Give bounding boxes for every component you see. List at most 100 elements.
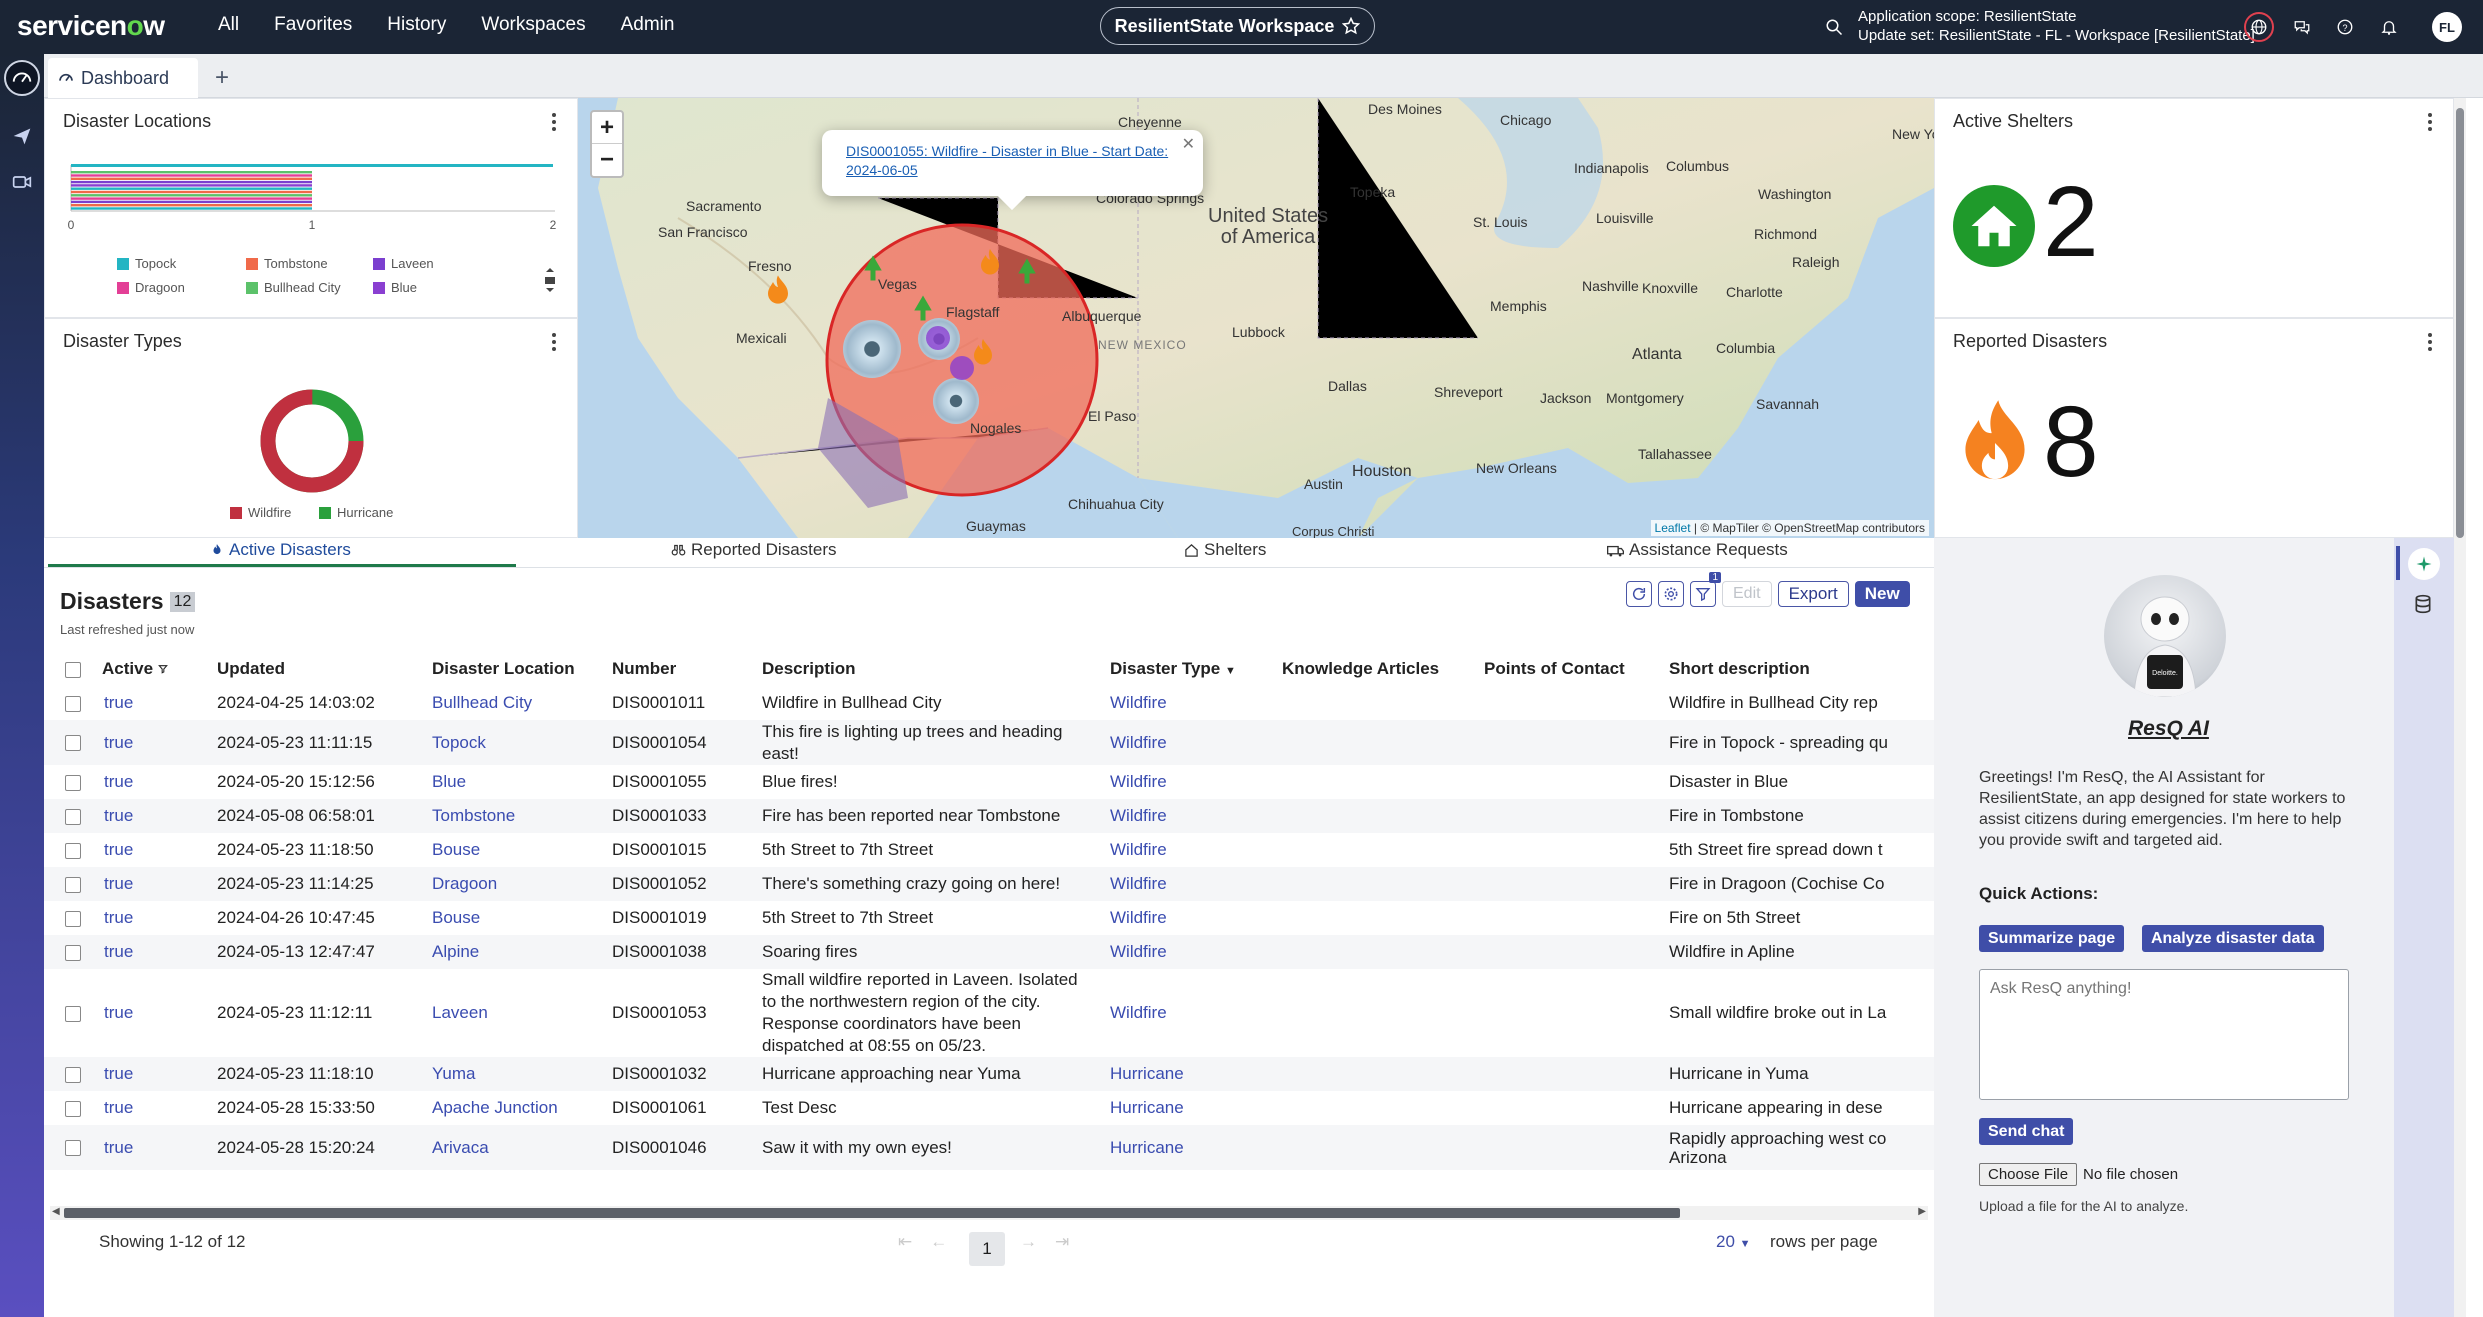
rows-per-page-select[interactable]: 20 ▼	[1716, 1232, 1751, 1252]
legend-item[interactable]: Bullhead City	[246, 280, 341, 295]
column-header-disaster-type[interactable]: Disaster Type ▼	[1110, 652, 1282, 686]
legend-item[interactable]: Blue	[373, 280, 417, 295]
legend-pager-icon[interactable]	[544, 266, 556, 294]
row-checkbox[interactable]	[65, 808, 81, 825]
menu-workspaces[interactable]: Workspaces	[481, 14, 585, 36]
more-options-icon[interactable]	[551, 333, 557, 351]
chat-input[interactable]	[1979, 969, 2349, 1100]
cell-type-value[interactable]: Wildfire	[1110, 840, 1167, 859]
menu-admin[interactable]: Admin	[621, 14, 675, 36]
table-row[interactable]: true 2024-05-23 11:18:50 Bouse DIS0001015 5t…	[44, 833, 1934, 867]
legend-item[interactable]: Tombstone	[246, 256, 328, 271]
cell-type-value[interactable]: Wildfire	[1110, 1003, 1167, 1022]
table-row[interactable]: true 2024-05-23 11:14:25 Dragoon DIS0001052…	[44, 867, 1934, 901]
application-scope[interactable]: Application scope: ResilientState Update…	[1858, 7, 2255, 45]
row-checkbox[interactable]	[65, 774, 81, 791]
scrollbar-thumb[interactable]	[64, 1208, 1680, 1218]
table-row[interactable]: true 2024-04-26 10:47:45 Bouse DIS0001019 5t…	[44, 901, 1934, 935]
cell-active-value[interactable]: true	[104, 772, 133, 791]
cell-type-value[interactable]: Hurricane	[1110, 1064, 1184, 1083]
tab-dashboard[interactable]: Dashboard	[48, 58, 198, 98]
refresh-button[interactable]	[1626, 581, 1652, 607]
database-icon[interactable]	[2413, 594, 2435, 616]
hurricane-marker-icon[interactable]	[933, 378, 979, 424]
cell-location-value[interactable]: Tombstone	[432, 806, 515, 825]
fire-marker-icon[interactable]	[758, 272, 798, 312]
cell-location-value[interactable]: Alpine	[432, 942, 479, 961]
send-icon[interactable]	[4, 118, 40, 154]
column-header-number[interactable]: Number	[612, 652, 762, 686]
cell-location-value[interactable]: Bouse	[432, 908, 480, 927]
location-marker-icon[interactable]	[926, 326, 950, 350]
cell-active-value[interactable]: true	[104, 1003, 133, 1022]
analyze-disaster-data-button[interactable]: Analyze disaster data	[2142, 925, 2324, 952]
zoom-in-button[interactable]: +	[592, 112, 622, 144]
tree-marker-icon[interactable]	[1012, 256, 1042, 286]
table-row[interactable]: true 2024-05-13 12:47:47 Alpine DIS0001038 S…	[44, 935, 1934, 969]
legend-item[interactable]: Hurricane	[319, 505, 393, 520]
menu-favorites[interactable]: Favorites	[274, 14, 352, 36]
tab-assistance-requests[interactable]: Assistance Requests	[1607, 540, 1788, 560]
current-page[interactable]: 1	[969, 1232, 1005, 1266]
cell-location-value[interactable]: Arivaca	[432, 1138, 489, 1157]
cell-location-value[interactable]: Laveen	[432, 1003, 488, 1022]
cell-type-value[interactable]: Wildfire	[1110, 942, 1167, 961]
cell-location-value[interactable]: Yuma	[432, 1064, 475, 1083]
table-row[interactable]: true 2024-04-25 14:03:02 Bullhead City DIS0…	[44, 686, 1934, 720]
hurricane-marker-icon[interactable]	[843, 320, 901, 378]
table-row[interactable]: true 2024-05-08 06:58:01 Tombstone DIS00010…	[44, 799, 1934, 833]
cell-type-value[interactable]: Hurricane	[1110, 1138, 1184, 1157]
previous-page-icon[interactable]: ←	[930, 1232, 965, 1251]
vertical-scrollbar[interactable]	[2454, 98, 2466, 1317]
cell-type-value[interactable]: Wildfire	[1110, 874, 1167, 893]
dashboard-gauge-icon[interactable]	[4, 60, 40, 96]
column-header-active[interactable]: Active	[102, 652, 217, 686]
row-checkbox[interactable]	[65, 944, 81, 961]
tab-active-disasters[interactable]: Active Disasters	[210, 540, 351, 560]
star-icon[interactable]	[1342, 17, 1361, 35]
location-marker-icon[interactable]	[950, 356, 974, 380]
chat-bubbles-icon[interactable]	[2289, 14, 2315, 40]
leaflet-link[interactable]: Leaflet	[1655, 521, 1691, 535]
zoom-out-button[interactable]: −	[592, 144, 622, 176]
disaster-map[interactable]: Cheyenne Des Moines Sacramento San Franc…	[578, 98, 1934, 538]
table-row[interactable]: true 2024-05-20 15:12:56 Blue DIS0001055 Blu…	[44, 765, 1934, 799]
cell-type-value[interactable]: Wildfire	[1110, 693, 1167, 712]
globe-icon[interactable]	[2244, 12, 2274, 42]
edit-button[interactable]: Edit	[1722, 581, 1772, 607]
table-row[interactable]: true 2024-05-23 11:11:15 Topock DIS0001054 T…	[44, 720, 1934, 765]
cell-type-value[interactable]: Wildfire	[1110, 772, 1167, 791]
row-checkbox[interactable]	[65, 910, 81, 927]
cell-type-value[interactable]: Wildfire	[1110, 908, 1167, 927]
bell-icon[interactable]	[2376, 14, 2402, 40]
scrollbar-thumb[interactable]	[2456, 108, 2464, 538]
fire-marker-icon[interactable]	[972, 246, 1008, 282]
table-row[interactable]: true 2024-05-28 15:33:50 Apache Junction DI…	[44, 1091, 1934, 1125]
select-all-checkbox[interactable]	[65, 661, 81, 678]
cell-type-value[interactable]: Wildfire	[1110, 806, 1167, 825]
cell-location-value[interactable]: Blue	[432, 772, 466, 791]
menu-history[interactable]: History	[387, 14, 446, 36]
video-icon[interactable]	[4, 164, 40, 200]
column-header-short-description[interactable]: Short description	[1669, 652, 1934, 686]
menu-all[interactable]: All	[218, 14, 239, 36]
row-checkbox[interactable]	[65, 695, 81, 712]
row-checkbox[interactable]	[65, 1100, 81, 1117]
help-icon[interactable]: ?	[2332, 14, 2358, 40]
horizontal-scrollbar[interactable]: ◀ ▶	[50, 1206, 1928, 1220]
next-page-icon[interactable]: →	[1020, 1232, 1055, 1251]
more-options-icon[interactable]	[551, 113, 557, 131]
add-tab-button[interactable]: +	[204, 60, 240, 96]
user-avatar[interactable]: FL	[2432, 12, 2462, 42]
column-header-points-of-contact[interactable]: Points of Contact	[1484, 652, 1669, 686]
cell-location-value[interactable]: Bouse	[432, 840, 480, 859]
column-header-description[interactable]: Description	[762, 652, 1110, 686]
table-row[interactable]: true 2024-05-23 11:18:10 Yuma DIS0001032 Hur…	[44, 1057, 1934, 1091]
tab-reported-disasters[interactable]: Reported Disasters	[671, 540, 837, 560]
legend-item[interactable]: Dragoon	[117, 280, 185, 295]
row-checkbox[interactable]	[65, 735, 81, 752]
cell-location-value[interactable]: Topock	[432, 733, 486, 752]
more-options-icon[interactable]	[2427, 113, 2433, 131]
cell-active-value[interactable]: true	[104, 806, 133, 825]
cell-location-value[interactable]: Bullhead City	[432, 693, 532, 712]
